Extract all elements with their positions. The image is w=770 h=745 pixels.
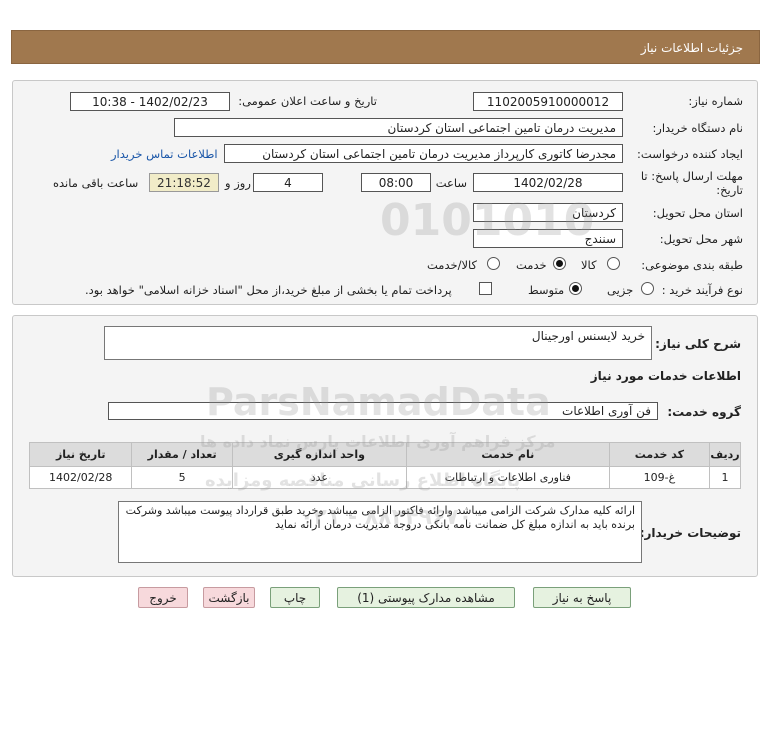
province-field: کردستان: [473, 203, 623, 222]
treasury-payment-note: پرداخت تمام یا بخشی از مبلغ خرید،از محل …: [85, 283, 452, 297]
need-number-label: شماره نیاز:: [688, 94, 743, 108]
col-row: ردیف: [709, 442, 741, 467]
cell-name: فناوری اطلاعات و ارتباطات: [405, 466, 610, 489]
process-radio-medium[interactable]: [569, 282, 582, 295]
process-option-medium: متوسط: [528, 283, 565, 297]
category-option-goods-service: کالا/خدمت: [427, 258, 478, 272]
col-unit: واحد اندازه گیری: [231, 442, 407, 467]
cell-date: 1402/02/28: [28, 466, 133, 489]
col-code: کد خدمت: [608, 442, 711, 467]
process-radio-minor[interactable]: [641, 282, 654, 295]
back-button[interactable]: بازگشت: [203, 587, 255, 608]
deadline-date-field: 1402/02/28: [473, 173, 623, 192]
need-details-panel: شرح کلی نیاز: خرید لایسنس اورجینال اطلاع…: [12, 315, 758, 577]
services-table: ردیف کد خدمت نام خدمت واحد اندازه گیری ت…: [28, 442, 741, 489]
category-radio-goods-service[interactable]: [487, 257, 500, 270]
city-field: سنندج: [473, 229, 623, 248]
service-group-label: گروه خدمت:: [667, 405, 741, 419]
cell-unit: عدد: [231, 466, 407, 489]
buyer-notes-field: ارائه کلیه مدارک شرکت الزامی میباشد وارا…: [118, 501, 642, 563]
reply-button[interactable]: پاسخ به نیاز: [533, 587, 631, 608]
summary-label: شرح کلی نیاز:: [655, 337, 741, 351]
attachments-button[interactable]: مشاهده مدارک پیوستی (1): [337, 587, 515, 608]
deadline-time-field: 08:00: [361, 173, 431, 192]
deadline-label: مهلت ارسال پاسخ: تا: [640, 169, 743, 183]
deadline-label-date: تاریخ:: [716, 183, 743, 197]
cell-code: غ-109: [608, 466, 711, 489]
print-button[interactable]: چاپ: [270, 587, 320, 608]
table-header-row: ردیف کد خدمت نام خدمت واحد اندازه گیری ت…: [28, 442, 741, 467]
page-title: جزئیات اطلاعات نیاز: [640, 41, 743, 55]
need-info-panel: شماره نیاز: 1102005910000012 تاریخ و ساع…: [12, 80, 758, 305]
category-label: طبقه بندی موضوعی:: [641, 258, 743, 272]
table-row: 1 غ-109 فناوری اطلاعات و ارتباطات عدد 5 …: [28, 466, 741, 489]
summary-field: خرید لایسنس اورجینال: [104, 326, 652, 360]
remaining-label: ساعت باقی مانده: [53, 176, 139, 190]
province-label: استان محل تحویل:: [652, 206, 743, 220]
announce-field: 1402/02/23 - 10:38: [70, 92, 230, 111]
buyer-org-label: نام دستگاه خریدار:: [652, 121, 743, 135]
deadline-time-label: ساعت: [435, 176, 467, 190]
buyer-notes-label: توضیحات خریدار:: [639, 526, 741, 540]
days-label: روز و: [225, 176, 251, 190]
service-group-field: فن آوری اطلاعات: [108, 402, 658, 420]
need-number-field: 1102005910000012: [473, 92, 623, 111]
buyer-org-field: مدیریت درمان تامین اجتماعی استان کردستان: [174, 118, 623, 137]
category-radio-goods[interactable]: [607, 257, 620, 270]
cell-qty: 5: [131, 466, 233, 489]
exit-button[interactable]: خروج: [138, 587, 188, 608]
col-qty: تعداد / مقدار: [131, 442, 233, 467]
cell-row: 1: [709, 466, 741, 489]
process-label: نوع فرآیند خرید :: [661, 283, 743, 297]
category-option-goods: کالا: [581, 258, 597, 272]
col-date: تاریخ نیاز: [28, 442, 133, 467]
contact-buyer-link[interactable]: اطلاعات تماس خریدار: [111, 147, 218, 161]
creator-label: ایجاد کننده درخواست:: [637, 147, 743, 161]
process-option-minor: جزیی: [607, 283, 634, 297]
services-heading: اطلاعات خدمات مورد نیاز: [590, 369, 741, 383]
announce-label: تاریخ و ساعت اعلان عمومی:: [238, 94, 377, 108]
col-name: نام خدمت: [405, 442, 610, 467]
remaining-time-field: 21:18:52: [149, 173, 219, 192]
city-label: شهر محل تحویل:: [659, 232, 743, 246]
creator-field: مجدرضا کاتوری کارپرداز مدیریت درمان تامی…: [224, 144, 623, 163]
page-header: جزئیات اطلاعات نیاز: [11, 30, 760, 64]
category-radio-service[interactable]: [553, 257, 566, 270]
category-option-service: خدمت: [516, 258, 547, 272]
treasury-payment-checkbox[interactable]: [479, 282, 492, 295]
days-field: 4: [253, 173, 323, 192]
